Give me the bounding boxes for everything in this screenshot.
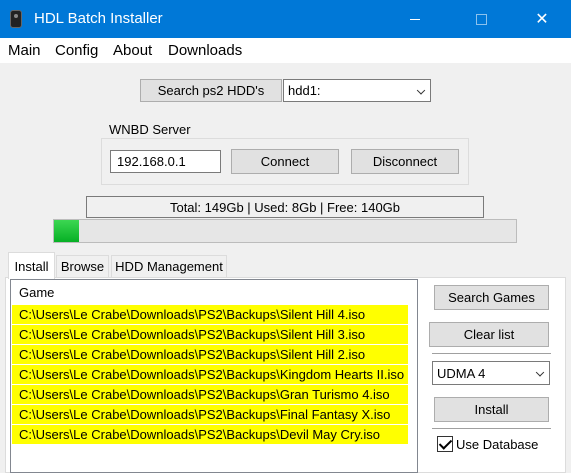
list-item[interactable]: C:\Users\Le Crabe\Downloads\PS2\Backups\…: [12, 325, 408, 344]
search-hdd-button[interactable]: Search ps2 HDD's: [140, 79, 282, 102]
chevron-down-icon: [416, 85, 426, 95]
tab-browse[interactable]: Browse: [56, 255, 109, 277]
list-item[interactable]: C:\Users\Le Crabe\Downloads\PS2\Backups\…: [12, 345, 408, 364]
window-title: HDL Batch Installer: [34, 10, 163, 27]
install-button[interactable]: Install: [434, 397, 549, 422]
tab-install[interactable]: Install: [8, 252, 55, 279]
list-item[interactable]: C:\Users\Le Crabe\Downloads\PS2\Backups\…: [12, 385, 408, 404]
game-list[interactable]: Game C:\Users\Le Crabe\Downloads\PS2\Bac…: [10, 279, 418, 473]
connect-button[interactable]: Connect: [231, 149, 339, 174]
use-database-label[interactable]: Use Database: [456, 437, 538, 452]
disk-usage-status: Total: 149Gb | Used: 8Gb | Free: 140Gb: [86, 196, 484, 218]
menu-downloads[interactable]: Downloads: [168, 42, 242, 59]
list-item[interactable]: C:\Users\Le Crabe\Downloads\PS2\Backups\…: [12, 305, 408, 324]
separator: [432, 353, 551, 354]
maximize-icon: [475, 13, 487, 25]
title-bar: HDL Batch Installer ✕: [0, 0, 571, 38]
progress-fill: [54, 220, 79, 242]
list-item[interactable]: C:\Users\Le Crabe\Downloads\PS2\Backups\…: [12, 405, 408, 424]
disk-usage-progress: [53, 219, 517, 243]
use-database-checkbox[interactable]: [437, 436, 453, 452]
app-icon: [10, 10, 22, 28]
hdd-select-value: hdd1:: [288, 83, 321, 98]
column-header-game[interactable]: Game: [11, 280, 417, 304]
list-item[interactable]: C:\Users\Le Crabe\Downloads\PS2\Backups\…: [12, 425, 408, 444]
separator: [432, 428, 551, 429]
disconnect-button[interactable]: Disconnect: [351, 149, 459, 174]
clear-list-button[interactable]: Clear list: [429, 322, 549, 347]
close-button[interactable]: ✕: [519, 0, 565, 38]
ip-address-input[interactable]: 192.168.0.1: [110, 150, 221, 173]
menu-config[interactable]: Config: [55, 42, 98, 59]
menu-bar: Main Config About Downloads: [0, 38, 571, 63]
menu-about[interactable]: About: [113, 42, 152, 59]
menu-main[interactable]: Main: [8, 42, 41, 59]
wnbd-group-label: WNBD Server: [107, 122, 193, 137]
udma-mode-value: UDMA 4: [437, 365, 486, 381]
tab-hdd-management[interactable]: HDD Management: [111, 255, 227, 277]
minimize-button[interactable]: [392, 0, 438, 38]
list-item[interactable]: C:\Users\Le Crabe\Downloads\PS2\Backups\…: [12, 365, 408, 384]
maximize-button[interactable]: [458, 0, 504, 38]
minimize-icon: [410, 18, 420, 20]
search-games-button[interactable]: Search Games: [434, 285, 549, 310]
chevron-down-icon: [535, 368, 545, 377]
hdd-select[interactable]: hdd1:: [283, 79, 431, 102]
udma-mode-select[interactable]: UDMA 4: [432, 361, 550, 385]
close-icon: ✕: [535, 11, 549, 28]
